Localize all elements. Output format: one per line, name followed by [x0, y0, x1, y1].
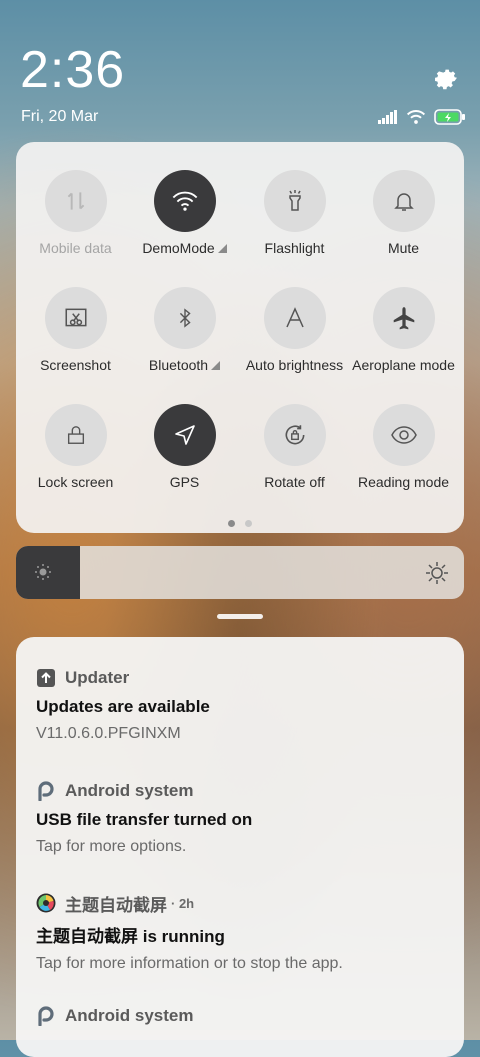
notification-body: V11.0.6.0.PFGINXM — [36, 725, 181, 742]
battery-charging-icon — [434, 109, 465, 125]
tile-demomode[interactable]: DemoMode — [130, 142, 239, 256]
tile-label: GPS — [169, 474, 200, 490]
tile-auto-brightness[interactable]: Auto brightness — [240, 259, 349, 373]
tile-flashlight[interactable]: Flashlight — [240, 142, 349, 256]
system-icons — [378, 108, 466, 126]
page-indicator — [228, 520, 252, 527]
date: Fri, 20 Mar — [21, 108, 99, 125]
eye-icon — [372, 404, 435, 466]
tile-label: DemoMode — [142, 240, 215, 256]
flashlight-icon — [263, 170, 326, 232]
brightness-slider[interactable] — [16, 546, 464, 599]
wifi-icon — [153, 170, 216, 232]
android-system-icon — [36, 781, 56, 801]
tile-label: Aeroplane mode — [352, 357, 455, 373]
gps-icon — [153, 404, 216, 466]
tile-reading-mode[interactable]: Reading mode — [349, 376, 458, 490]
tile-label: Reading mode — [357, 474, 450, 490]
tile-bluetooth[interactable]: Bluetooth — [130, 259, 239, 373]
tile-label: Flashlight — [264, 240, 325, 256]
notification-item[interactable]: 主题自动截屏 · 2h 主题自动截屏 is running Tap for mo… — [36, 891, 456, 973]
notification-list: Updater Updates are available V11.0.6.0.… — [16, 637, 464, 1057]
rotate-lock-icon — [263, 404, 326, 466]
page-dot[interactable] — [245, 520, 252, 527]
lock-icon — [44, 404, 107, 466]
drawer-handle[interactable] — [217, 614, 263, 619]
airplane-icon — [372, 287, 435, 349]
bluetooth-icon — [153, 287, 216, 349]
settings-gear-icon[interactable] — [432, 64, 460, 92]
notification-body: Tap for more information or to stop the … — [36, 955, 343, 972]
wifi-status-icon — [406, 110, 426, 124]
notification-app-name: Android system — [65, 781, 194, 800]
updater-icon — [36, 668, 56, 688]
tile-label: Lock screen — [37, 474, 114, 490]
notification-app-name: Updater — [65, 668, 130, 687]
notification-item[interactable]: Android system — [36, 1004, 456, 1028]
notification-item[interactable]: Android system USB file transfer turned … — [36, 779, 456, 856]
tile-label: Rotate off — [264, 474, 325, 490]
clock: 2:36 — [20, 41, 126, 99]
notification-body: Tap for more options. — [36, 838, 187, 855]
theme-screenshot-icon — [36, 893, 56, 913]
notification-title: Updates are available — [36, 697, 210, 716]
tile-label: Bluetooth — [148, 357, 209, 373]
bell-icon — [372, 170, 435, 232]
tile-screenshot[interactable]: Screenshot — [21, 259, 130, 373]
notification-time: · 2h — [171, 895, 195, 911]
tile-label: Mobile data — [39, 240, 112, 256]
auto-brightness-icon — [263, 287, 326, 349]
brightness-high-icon — [424, 560, 450, 591]
tile-label: Screenshot — [40, 357, 111, 373]
brightness-low-icon — [33, 562, 53, 587]
notification-item[interactable]: Updater Updates are available V11.0.6.0.… — [36, 666, 456, 743]
android-system-icon — [36, 1006, 56, 1026]
page-dot[interactable] — [228, 520, 235, 527]
notification-title: USB file transfer turned on — [36, 810, 253, 829]
tile-aeroplane-mode[interactable]: Aeroplane mode — [349, 259, 458, 373]
tile-mobile-data[interactable]: Mobile data — [21, 142, 130, 256]
signal-icon — [378, 110, 397, 124]
tile-label: Auto brightness — [245, 357, 344, 373]
status-area: 2:36 Fri, 20 Mar — [0, 0, 480, 140]
screenshot-icon — [44, 287, 107, 349]
expand-triangle-icon[interactable] — [217, 244, 227, 253]
quick-settings-panel: Mobile data DemoMode Flashlight Mute Scr… — [16, 142, 464, 533]
tile-label: Mute — [387, 240, 420, 256]
tile-rotate-off[interactable]: Rotate off — [240, 376, 349, 490]
expand-triangle-icon[interactable] — [211, 361, 221, 370]
notification-app-name: Android system — [65, 1006, 194, 1025]
notification-title: 主题自动截屏 is running — [36, 927, 225, 946]
notification-app-name: 主题自动截屏 — [65, 895, 167, 915]
tile-lock-screen[interactable]: Lock screen — [21, 376, 130, 490]
mobile-data-icon — [44, 170, 107, 232]
tile-mute[interactable]: Mute — [349, 142, 458, 256]
tile-gps[interactable]: GPS — [130, 376, 239, 490]
